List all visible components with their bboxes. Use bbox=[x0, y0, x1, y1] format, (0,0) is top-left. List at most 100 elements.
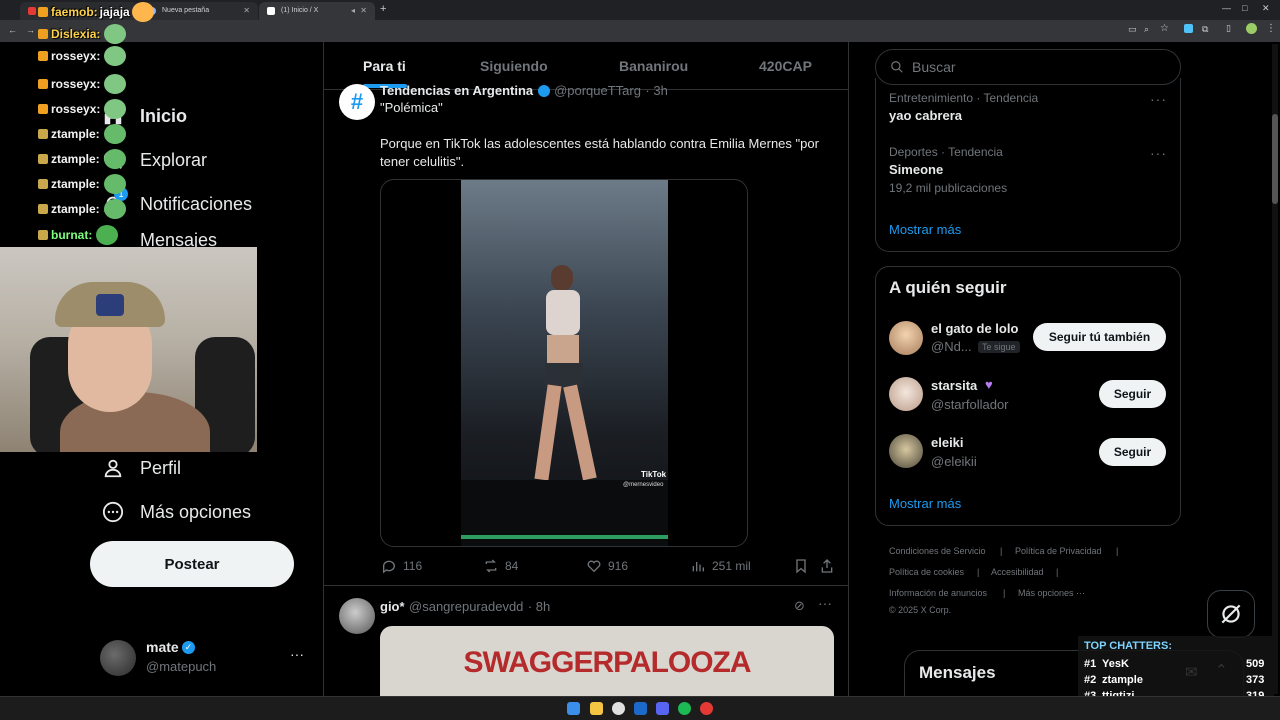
sidebar-icon[interactable]: ▯ bbox=[1226, 23, 1231, 34]
scrollbar[interactable] bbox=[1272, 44, 1278, 694]
grok-button[interactable] bbox=[1207, 590, 1255, 638]
cast-icon[interactable]: ▭ bbox=[1128, 24, 1137, 35]
share-icon[interactable] bbox=[820, 558, 834, 579]
post[interactable]: # Tendencias en Argentina @porqueTTarg ·… bbox=[324, 83, 848, 585]
chat-message: rosseyx: bbox=[38, 99, 127, 119]
like-button[interactable]: 916 bbox=[586, 558, 628, 574]
trend-name[interactable]: Simeone bbox=[889, 162, 943, 177]
views-button[interactable]: 251 mil bbox=[690, 558, 751, 574]
chat-badge-icon bbox=[38, 129, 48, 139]
chat-badge-icon bbox=[38, 204, 48, 214]
follow-handle[interactable]: @Nd... bbox=[931, 339, 972, 354]
back-icon[interactable]: ← bbox=[8, 25, 17, 35]
profile-avatar[interactable] bbox=[1246, 23, 1257, 34]
footer-link[interactable]: Accesibilidad bbox=[991, 567, 1044, 577]
post-time[interactable]: · 3h bbox=[645, 83, 667, 98]
footer-more-link[interactable]: Más opciones ··· bbox=[1018, 588, 1085, 598]
avatar[interactable] bbox=[889, 377, 923, 411]
view-count: 251 mil bbox=[712, 559, 751, 573]
scrollbar-thumb[interactable] bbox=[1272, 114, 1278, 204]
grok-icon[interactable]: ⊘ bbox=[794, 598, 805, 614]
post-video[interactable]: TikTok @mernesvideo bbox=[380, 179, 748, 547]
chat-emote-icon bbox=[103, 199, 126, 219]
follow-name[interactable]: eleiki bbox=[931, 435, 964, 450]
spotify-icon[interactable] bbox=[678, 702, 691, 715]
browser-tab-new[interactable]: Nueva pestaña ✕ bbox=[140, 2, 258, 20]
post-author[interactable]: Tendencias en Argentina bbox=[380, 83, 533, 98]
windows-start-icon[interactable] bbox=[567, 702, 580, 715]
more-icon[interactable]: ··· bbox=[1150, 145, 1167, 161]
close-window-icon[interactable]: ✕ bbox=[1262, 3, 1270, 14]
chrome-icon[interactable] bbox=[612, 702, 625, 715]
obs-icon[interactable] bbox=[700, 702, 713, 715]
file-explorer-icon[interactable] bbox=[590, 702, 603, 715]
follow-handle[interactable]: @eleikii bbox=[931, 454, 977, 469]
footer-link[interactable]: Política de cookies bbox=[889, 567, 964, 577]
new-tab-icon[interactable]: + bbox=[380, 3, 386, 15]
chat-username: rosseyx: bbox=[51, 49, 101, 63]
close-icon[interactable]: ✕ bbox=[243, 6, 250, 15]
account-switcher[interactable]: mate ✓ @matepuch ··· bbox=[100, 634, 310, 680]
show-more-follow-link[interactable]: Mostrar más bbox=[889, 496, 961, 511]
star-icon[interactable]: ☆ bbox=[1160, 23, 1169, 34]
follow-back-button[interactable]: Seguir tú también bbox=[1033, 323, 1166, 351]
chat-badge-icon bbox=[38, 179, 48, 189]
trend-meta: Deportes · Tendencia bbox=[889, 145, 1003, 159]
footer-link[interactable]: Información de anuncios bbox=[889, 588, 987, 598]
singer-leg bbox=[534, 384, 562, 481]
more-icon[interactable]: ··· bbox=[290, 646, 304, 662]
post-button[interactable]: Postear bbox=[90, 541, 294, 587]
follow-button[interactable]: Seguir bbox=[1099, 380, 1166, 408]
avatar[interactable] bbox=[889, 434, 923, 468]
more-icon[interactable]: ··· bbox=[818, 595, 832, 611]
follow-name[interactable]: el gato de lolo bbox=[931, 321, 1018, 336]
repost-button[interactable]: 84 bbox=[483, 558, 518, 574]
avatar bbox=[100, 640, 136, 676]
follow-button[interactable]: Seguir bbox=[1099, 438, 1166, 466]
nav-more-options[interactable]: Más opciones bbox=[100, 494, 251, 530]
chat-username: rosseyx: bbox=[51, 102, 101, 116]
puzzle-icon[interactable]: ⧉ bbox=[1202, 24, 1208, 35]
nav-label: Explorar bbox=[140, 149, 208, 170]
post-handle[interactable]: @sangrepuradevdd bbox=[409, 599, 523, 614]
zoom-icon[interactable]: ⌕ bbox=[1144, 24, 1149, 35]
post[interactable]: gio* @sangrepuradevdd · 8h ⊘ ··· SWAGGER… bbox=[324, 586, 848, 696]
timeline: Para ti Siguiendo Bananirou 420CAP # Ten… bbox=[323, 42, 849, 696]
post-image[interactable]: SWAGGERPALOOZA bbox=[380, 626, 834, 696]
menu-icon[interactable]: ⋮ bbox=[1266, 23, 1276, 34]
post-header: Tendencias en Argentina @porqueTTarg · 3… bbox=[380, 82, 840, 98]
avatar[interactable] bbox=[889, 321, 923, 355]
reply-button[interactable]: 116 bbox=[381, 558, 422, 574]
minimize-icon[interactable]: — bbox=[1222, 3, 1231, 13]
chat-badge-icon bbox=[38, 51, 48, 61]
nav-profile[interactable]: Perfil bbox=[100, 450, 181, 486]
verified-icon: ✓ bbox=[182, 641, 195, 654]
trend-name[interactable]: yao cabrera bbox=[889, 108, 962, 123]
chat-username: ztample: bbox=[51, 177, 100, 191]
steam-icon[interactable] bbox=[634, 702, 647, 715]
browser-tab-x[interactable]: (1) Inicio / X ◂ ✕ bbox=[259, 2, 375, 20]
post-handle[interactable]: @porqueTTarg bbox=[554, 83, 641, 98]
forward-icon[interactable]: → bbox=[26, 25, 35, 35]
search-icon bbox=[891, 61, 903, 73]
footer-link[interactable]: Condiciones de Servicio bbox=[889, 546, 986, 556]
bookmark-icon[interactable] bbox=[794, 558, 808, 579]
more-icon[interactable]: ··· bbox=[1150, 91, 1167, 107]
discord-icon[interactable] bbox=[656, 702, 669, 715]
footer-link[interactable]: Política de Privacidad bbox=[1015, 546, 1102, 556]
maximize-icon[interactable]: □ bbox=[1242, 3, 1247, 13]
post-header: gio* @sangrepuradevdd · 8h bbox=[380, 598, 550, 616]
post-time[interactable]: · 8h bbox=[528, 599, 550, 614]
image-text: SWAGGERPALOOZA bbox=[463, 646, 751, 679]
show-more-trends-link[interactable]: Mostrar más bbox=[889, 222, 961, 237]
post-author[interactable]: gio* bbox=[380, 599, 405, 614]
chat-username: ztample: bbox=[51, 127, 100, 141]
follow-handle[interactable]: @starfollador bbox=[931, 397, 1009, 412]
like-count: 916 bbox=[608, 559, 629, 573]
chat-message: Dislexia: bbox=[38, 24, 127, 44]
follow-name[interactable]: starsita bbox=[931, 378, 977, 393]
speaker-icon[interactable]: ◂ bbox=[351, 6, 355, 15]
footer-separator: | bbox=[1116, 546, 1119, 556]
extension-icon[interactable] bbox=[1184, 24, 1193, 33]
close-icon[interactable]: ✕ bbox=[360, 6, 367, 15]
